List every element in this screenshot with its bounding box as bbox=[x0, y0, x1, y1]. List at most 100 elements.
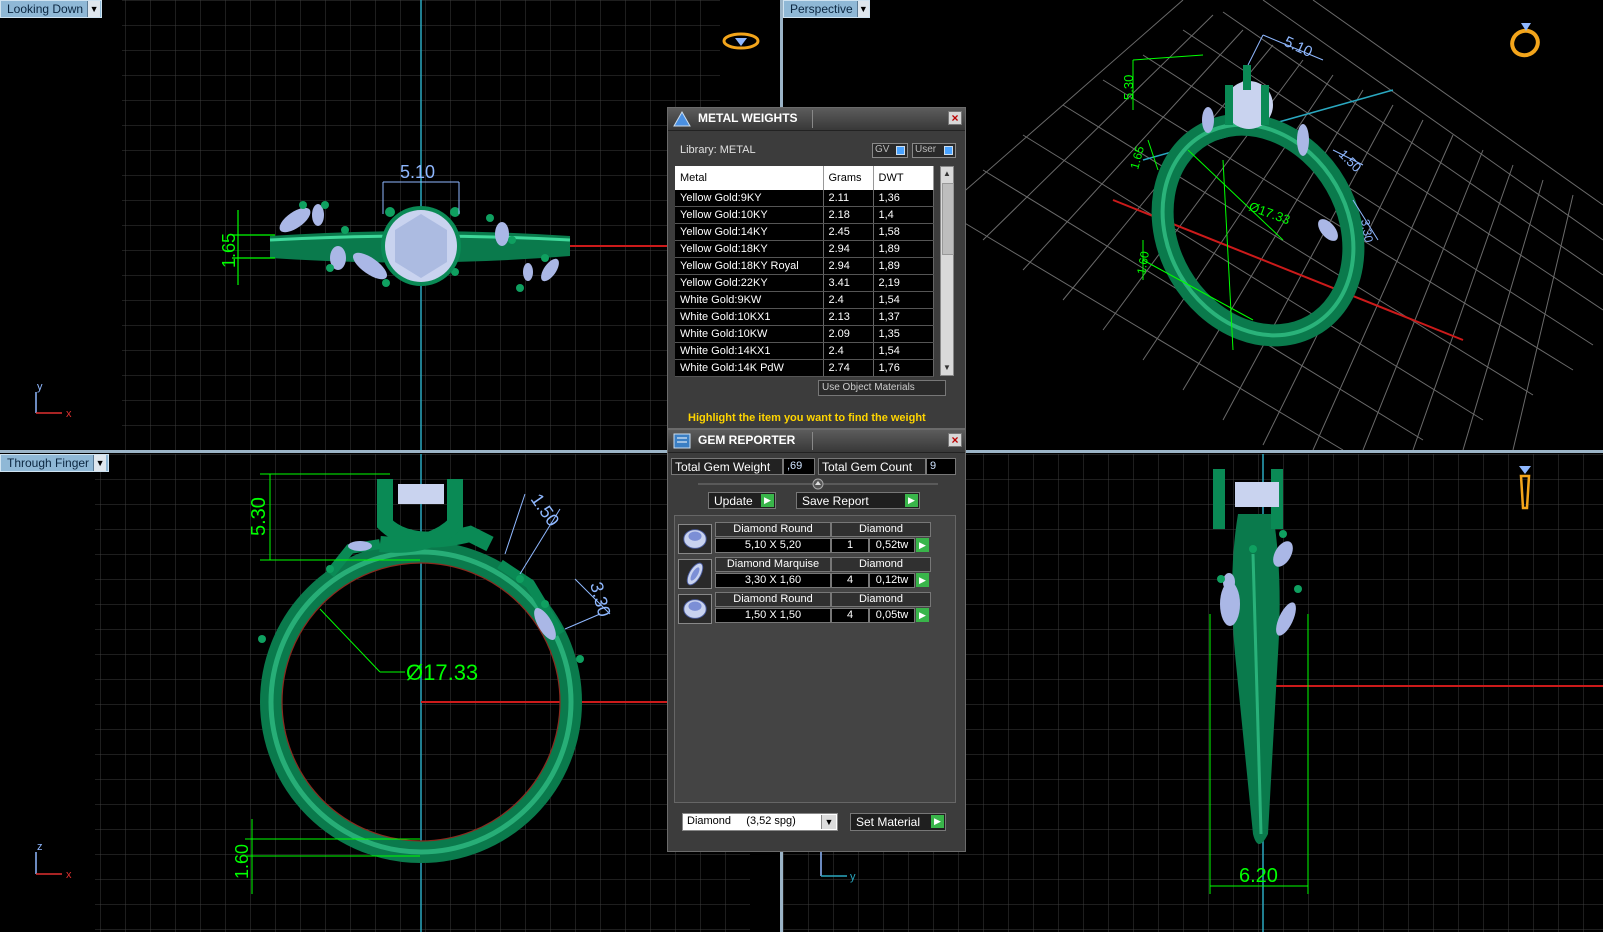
column-header-grams[interactable]: Grams bbox=[823, 166, 874, 190]
cell-dwt: 1,76 bbox=[873, 359, 934, 377]
gem-count: 4 bbox=[831, 573, 869, 588]
cell-dwt: 1,54 bbox=[873, 291, 934, 309]
table-row[interactable]: White Gold:14K PdW 2.74 1,76 bbox=[675, 359, 934, 377]
viewport-through-finger[interactable]: 5.30 1.50 3.30 Ø17.33 1.60 z x Through F… bbox=[0, 454, 780, 932]
gem-material: Diamond bbox=[831, 522, 931, 537]
metal-weights-titlebar[interactable]: METAL WEIGHTS × bbox=[668, 108, 965, 131]
axis-y-label: y bbox=[850, 871, 856, 883]
dim-a-label: 1.65 bbox=[1127, 144, 1147, 170]
gem-select-icon[interactable]: ▶ bbox=[916, 608, 929, 622]
gem-weight: 0,12tw bbox=[869, 573, 915, 588]
viewport-label: Looking Down bbox=[7, 2, 84, 16]
gem-material: Diamond bbox=[831, 592, 931, 607]
chevron-down-icon[interactable]: ▼ bbox=[93, 455, 107, 471]
axis-x-label: x bbox=[66, 869, 72, 881]
gem-name: Diamond Round bbox=[715, 592, 831, 607]
chevron-down-icon[interactable]: ▼ bbox=[821, 815, 836, 829]
set-material-label: Set Material bbox=[856, 815, 921, 829]
gem-reporter-titlebar[interactable]: GEM REPORTER × bbox=[668, 430, 965, 453]
panel-title: GEM REPORTER bbox=[698, 433, 796, 447]
cell-dwt: 1,4 bbox=[873, 206, 934, 224]
cell-dwt: 1,54 bbox=[873, 342, 934, 360]
gv-toggle-label: GV bbox=[875, 144, 890, 155]
dim-top-label: 5.10 bbox=[1281, 33, 1315, 61]
cell-grams: 2.18 bbox=[823, 206, 874, 224]
dim-height-label: 1.65 bbox=[219, 233, 239, 268]
ring-side-view-icon[interactable] bbox=[1513, 462, 1537, 514]
cell-dwt: 1,58 bbox=[873, 223, 934, 241]
cell-metal: White Gold:9KW bbox=[675, 291, 824, 309]
dim-height-label: 5.30 bbox=[1121, 75, 1136, 100]
table-row[interactable]: Yellow Gold:22KY 3.41 2,19 bbox=[675, 274, 934, 292]
chevron-down-icon[interactable]: ▼ bbox=[87, 1, 101, 17]
cell-metal: Yellow Gold:18KY Royal bbox=[675, 257, 824, 275]
cell-metal: White Gold:14KX1 bbox=[675, 342, 824, 360]
material-select[interactable]: Diamond (3,52 spg) ▼ bbox=[682, 813, 838, 831]
viewport-tab-looking-down[interactable]: Looking Down ▼ bbox=[0, 0, 102, 18]
dim-height-label: 5.30 bbox=[248, 497, 270, 536]
ring-perspective-icon[interactable] bbox=[1507, 15, 1547, 59]
collapse-toggle-icon[interactable] bbox=[698, 478, 938, 490]
close-icon[interactable]: × bbox=[948, 433, 962, 447]
grid-looking-down: 5.10 1.65 y x bbox=[35, 0, 720, 450]
table-row[interactable]: Yellow Gold:18KY 2.94 1,89 bbox=[675, 240, 934, 258]
scroll-thumb[interactable] bbox=[942, 183, 954, 255]
cell-metal: Yellow Gold:18KY bbox=[675, 240, 824, 258]
weight-icon bbox=[673, 110, 691, 127]
table-row[interactable]: Yellow Gold:14KY 2.45 1,58 bbox=[675, 223, 934, 241]
cell-dwt: 1,89 bbox=[873, 257, 934, 275]
use-object-materials-button[interactable]: Use Object Materials bbox=[818, 380, 946, 396]
scroll-up-icon[interactable]: ▲ bbox=[941, 167, 953, 181]
cell-metal: Yellow Gold:10KY bbox=[675, 206, 824, 224]
gem-weight: 0,05tw bbox=[869, 608, 915, 623]
gem-size: 5,10 X 5,20 bbox=[715, 538, 831, 553]
list-item[interactable]: Diamond Marquise Diamond 3,30 X 1,60 4 0… bbox=[678, 557, 932, 591]
hint-text: Highlight the item you want to find the … bbox=[688, 412, 926, 424]
chevron-down-icon[interactable]: ▼ bbox=[856, 1, 869, 17]
total-gem-count-value: 9 bbox=[926, 458, 956, 475]
set-material-button[interactable]: Set Material ▶ bbox=[850, 813, 946, 831]
dim-b-label: 1.50 bbox=[1336, 147, 1365, 176]
table-row[interactable]: White Gold:9KW 2.4 1,54 bbox=[675, 291, 934, 309]
table-scrollbar[interactable]: ▲ ▼ bbox=[940, 166, 954, 376]
axis-z-label: z bbox=[37, 841, 43, 853]
axis-x-label: x bbox=[66, 408, 72, 420]
gem-select-icon[interactable]: ▶ bbox=[916, 573, 929, 587]
table-row[interactable]: Yellow Gold:10KY 2.18 1,4 bbox=[675, 206, 934, 224]
cell-dwt: 2,19 bbox=[873, 274, 934, 292]
viewport-tab-through-finger[interactable]: Through Finger ▼ bbox=[0, 454, 109, 472]
round-gem-icon bbox=[678, 524, 712, 554]
cell-metal: White Gold:14K PdW bbox=[675, 359, 824, 377]
panel-title: METAL WEIGHTS bbox=[698, 111, 798, 125]
material-select-value: Diamond (3,52 spg) bbox=[687, 815, 796, 827]
table-row[interactable]: White Gold:10KW 2.09 1,35 bbox=[675, 325, 934, 343]
column-header-metal[interactable]: Metal bbox=[675, 166, 824, 190]
table-row[interactable]: Yellow Gold:18KY Royal 2.94 1,89 bbox=[675, 257, 934, 275]
table-row[interactable]: White Gold:14KX1 2.4 1,54 bbox=[675, 342, 934, 360]
marquise-gem-icon bbox=[678, 559, 712, 589]
save-report-label: Save Report bbox=[802, 494, 869, 508]
gem-select-icon[interactable]: ▶ bbox=[916, 538, 929, 552]
gv-toggle[interactable]: GV bbox=[872, 143, 908, 158]
column-header-dwt[interactable]: DWT bbox=[873, 166, 934, 190]
round-gem-icon bbox=[678, 594, 712, 624]
list-item[interactable]: Diamond Round Diamond 5,10 X 5,20 1 0,52… bbox=[678, 522, 932, 556]
viewport-looking-down[interactable]: 5.10 1.65 y x Looking Down ▼ bbox=[0, 0, 780, 450]
ring-top-view-icon[interactable] bbox=[722, 30, 760, 52]
table-row[interactable]: Yellow Gold:9KY 2.11 1,36 bbox=[675, 190, 934, 207]
close-icon[interactable]: × bbox=[948, 111, 962, 125]
gem-material: Diamond bbox=[831, 557, 931, 572]
viewport-tab-perspective[interactable]: Perspective ▼ bbox=[783, 0, 870, 18]
cell-grams: 2.4 bbox=[823, 291, 874, 309]
library-label: Library: METAL bbox=[680, 144, 756, 156]
play-icon: ▶ bbox=[761, 494, 774, 507]
use-object-materials-label: Use Object Materials bbox=[822, 382, 915, 393]
cell-grams: 2.4 bbox=[823, 342, 874, 360]
save-report-button[interactable]: Save Report ▶ bbox=[796, 492, 920, 509]
scroll-down-icon[interactable]: ▼ bbox=[941, 361, 953, 375]
update-button[interactable]: Update ▶ bbox=[708, 492, 776, 509]
user-toggle[interactable]: User bbox=[912, 143, 956, 158]
list-item[interactable]: Diamond Round Diamond 1,50 X 1,50 4 0,05… bbox=[678, 592, 932, 626]
table-row[interactable]: White Gold:10KX1 2.13 1,37 bbox=[675, 308, 934, 326]
cell-grams: 3.41 bbox=[823, 274, 874, 292]
